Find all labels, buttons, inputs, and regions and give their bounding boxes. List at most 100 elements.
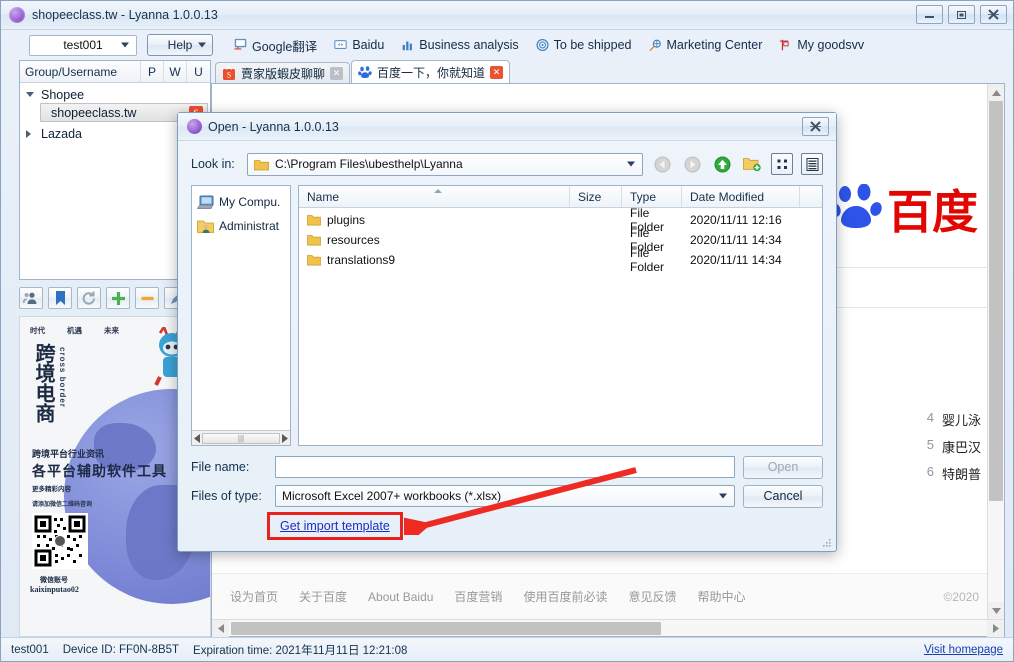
remove-icon bbox=[141, 296, 153, 300]
column-header-type[interactable]: Type bbox=[622, 186, 682, 207]
minimize-button[interactable] bbox=[916, 5, 943, 24]
chevron-down-icon[interactable] bbox=[627, 161, 635, 167]
footer-link-about-baidu-cn[interactable]: 关于百度 bbox=[299, 588, 347, 605]
tree-node-label: Lazada bbox=[41, 126, 83, 141]
column-header-p[interactable]: P bbox=[141, 61, 164, 82]
footer-link-feedback[interactable]: 意见反馈 bbox=[628, 588, 676, 605]
chevron-down-icon bbox=[719, 493, 727, 499]
new-folder-button[interactable] bbox=[741, 153, 763, 175]
back-button[interactable] bbox=[651, 153, 673, 175]
places-scroll-thumb[interactable]: ||| bbox=[202, 432, 280, 444]
lookin-row: Look in: C:\Program Files\ubesthelp\Lyan… bbox=[191, 151, 823, 177]
filetype-select[interactable]: Microsoft Excel 2007+ workbooks (*.xlsx) bbox=[275, 485, 735, 507]
close-button[interactable] bbox=[980, 5, 1007, 24]
tree-node-shopee[interactable]: Shopee bbox=[20, 86, 210, 103]
forward-button[interactable] bbox=[681, 153, 703, 175]
megaphone-icon bbox=[649, 39, 661, 52]
place-label: Administrat bbox=[219, 219, 280, 233]
promo-line-4: 请添加微信二维码咨询 bbox=[32, 502, 93, 508]
hot-search-item[interactable]: 4 婴儿泳 bbox=[927, 410, 981, 429]
forward-icon bbox=[684, 156, 700, 172]
qr-code-icon bbox=[32, 513, 88, 569]
get-import-template-link[interactable]: Get import template bbox=[280, 519, 390, 533]
open-button[interactable]: Open bbox=[743, 455, 823, 479]
column-header-size[interactable]: Size bbox=[570, 186, 622, 207]
filename-label: File name: bbox=[191, 460, 250, 474]
column-header-name[interactable]: Name bbox=[299, 186, 570, 207]
column-header-group-username[interactable]: Group/Username bbox=[20, 61, 141, 82]
column-header-w[interactable]: W bbox=[164, 61, 187, 82]
dialog-close-button[interactable] bbox=[802, 117, 829, 136]
baidu-paw-icon bbox=[831, 184, 882, 228]
toolbar-link-marketing-center[interactable]: Marketing Center bbox=[648, 38, 762, 52]
hot-search-item[interactable]: 6 特朗普 bbox=[927, 464, 981, 483]
vertical-scroll-thumb[interactable] bbox=[989, 101, 1003, 501]
bookmark-button[interactable] bbox=[48, 287, 72, 309]
table-row[interactable]: resources File Folder 2020/11/11 14:34 bbox=[299, 226, 822, 254]
footer-link-baidu-marketing[interactable]: 百度营销 bbox=[454, 588, 502, 605]
places-horizontal-scrollbar[interactable]: ||| bbox=[192, 430, 290, 445]
parent-directory-button[interactable] bbox=[711, 153, 733, 175]
chevron-down-icon[interactable] bbox=[26, 92, 37, 97]
chevron-down-icon bbox=[121, 42, 129, 48]
scroll-right-icon[interactable] bbox=[987, 619, 1004, 637]
hot-search-item[interactable]: 5 康巴汉 bbox=[927, 437, 981, 456]
status-user: test001 bbox=[11, 643, 49, 656]
files-row: My Compu. Administrat ||| Name Size Type… bbox=[191, 185, 823, 446]
column-header-date-modified[interactable]: Date Modified bbox=[682, 186, 800, 207]
scroll-up-icon[interactable] bbox=[988, 84, 1004, 101]
scroll-down-icon[interactable] bbox=[988, 602, 1004, 619]
horizontal-scroll-thumb[interactable] bbox=[231, 621, 661, 635]
footer-link-terms[interactable]: 使用百度前必读 bbox=[523, 588, 607, 605]
promo-line-3: 更多精彩内容 bbox=[32, 486, 71, 493]
place-my-computer[interactable]: My Compu. bbox=[192, 190, 290, 214]
toolbar-link-business-analysis[interactable]: Business analysis bbox=[400, 38, 519, 52]
lookin-combobox[interactable]: C:\Program Files\ubesthelp\Lyanna bbox=[247, 152, 643, 176]
file-name-text: resources bbox=[327, 233, 380, 247]
file-date-cell: 2020/11/11 14:34 bbox=[690, 233, 782, 247]
place-administrator[interactable]: Administrat bbox=[192, 214, 290, 238]
toolbar-link-my-goods[interactable]: My goodsvv bbox=[778, 38, 864, 52]
toolbar-link-google-translate[interactable]: Google翻译 bbox=[233, 36, 317, 55]
lookin-value: C:\Program Files\ubesthelp\Lyanna bbox=[275, 157, 463, 171]
resize-grip-icon[interactable] bbox=[821, 537, 833, 549]
close-icon[interactable]: ✕ bbox=[490, 65, 504, 79]
table-row[interactable]: plugins File Folder 2020/11/11 12:16 bbox=[299, 206, 822, 234]
browser-tab-shopee-chat[interactable]: S 賣家版蝦皮聊聊 ✕ bbox=[215, 62, 351, 83]
visit-homepage-link[interactable]: Visit homepage bbox=[924, 644, 1003, 656]
scroll-left-icon[interactable] bbox=[194, 433, 200, 443]
file-list: Name Size Type Date Modified plugins Fil… bbox=[298, 185, 823, 446]
scroll-right-icon[interactable] bbox=[282, 433, 288, 443]
cancel-button[interactable]: Cancel bbox=[743, 484, 823, 508]
filename-input[interactable] bbox=[275, 456, 735, 478]
footer-link-about-baidu[interactable]: About Baidu bbox=[368, 590, 433, 604]
help-button[interactable]: Help bbox=[147, 34, 213, 56]
maximize-button[interactable] bbox=[948, 5, 975, 24]
add-button[interactable] bbox=[106, 287, 130, 309]
chevron-down-icon bbox=[198, 42, 206, 48]
scroll-left-icon[interactable] bbox=[212, 619, 229, 637]
detail-view-button[interactable] bbox=[801, 153, 823, 175]
account-select[interactable]: test001 bbox=[29, 34, 137, 56]
browser-vertical-scrollbar[interactable] bbox=[987, 84, 1004, 619]
toolbar-link-to-be-shipped[interactable]: To be shipped bbox=[535, 38, 632, 52]
vertical-scroll-track[interactable] bbox=[988, 101, 1004, 602]
promo-vertical-text: cross border bbox=[58, 347, 67, 408]
toolbar-link-baidu[interactable]: Baidu bbox=[333, 38, 384, 52]
close-icon[interactable]: ✕ bbox=[330, 66, 344, 80]
file-list-header: Name Size Type Date Modified bbox=[299, 186, 822, 208]
chevron-right-icon[interactable] bbox=[26, 129, 37, 138]
refresh-button[interactable] bbox=[77, 287, 101, 309]
footer-link-help-center[interactable]: 帮助中心 bbox=[697, 588, 745, 605]
promo-word: 机遇 bbox=[67, 326, 82, 335]
folder-icon bbox=[307, 215, 321, 226]
baidu-icon bbox=[358, 66, 372, 78]
remove-button[interactable] bbox=[135, 287, 159, 309]
browser-tab-baidu[interactable]: 百度一下，你就知道 ✕ bbox=[351, 60, 511, 83]
column-header-u[interactable]: U bbox=[187, 61, 210, 82]
list-view-button[interactable] bbox=[771, 153, 793, 175]
table-row[interactable]: translations9 File Folder 2020/11/11 14:… bbox=[299, 246, 822, 274]
browser-horizontal-scrollbar[interactable] bbox=[212, 619, 1004, 637]
add-contact-button[interactable] bbox=[19, 287, 43, 309]
footer-link-set-homepage[interactable]: 设为首页 bbox=[230, 588, 278, 605]
